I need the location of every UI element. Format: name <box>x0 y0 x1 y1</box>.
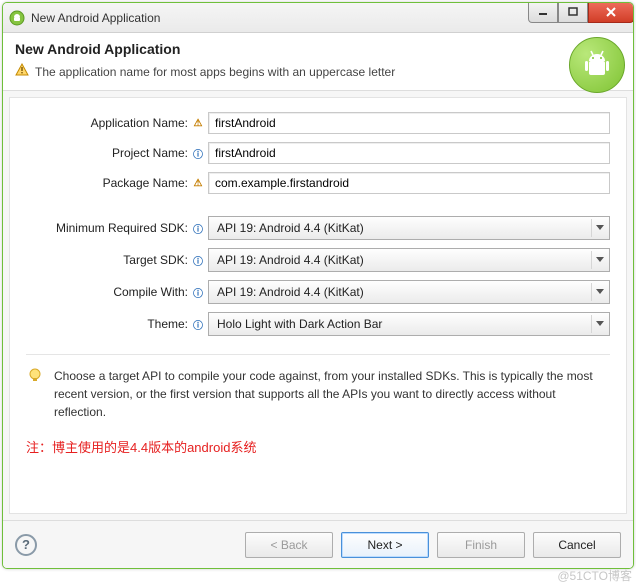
min-sdk-label: Minimum Required SDK: <box>26 221 188 235</box>
watermark-text: @51CTO博客 <box>557 567 632 584</box>
project-name-input[interactable] <box>208 142 610 164</box>
help-button[interactable]: ? <box>15 534 37 556</box>
chevron-down-icon <box>591 251 607 269</box>
dialog-footer: ? < Back Next > Finish Cancel <box>3 520 633 568</box>
warning-icon <box>15 63 29 80</box>
compile-with-select[interactable]: API 19: Android 4.4 (KitKat) <box>208 280 610 304</box>
app-name-input[interactable] <box>208 112 610 134</box>
window-title: New Android Application <box>31 11 160 25</box>
target-sdk-value: API 19: Android 4.4 (KitKat) <box>217 253 364 267</box>
android-logo-icon <box>569 37 625 93</box>
compile-with-value: API 19: Android 4.4 (KitKat) <box>217 285 364 299</box>
chevron-down-icon <box>591 219 607 237</box>
field-info-icon: ⓘ <box>192 318 204 330</box>
tip-text: Choose a target API to compile your code… <box>54 367 610 421</box>
theme-label: Theme: <box>26 317 188 331</box>
header-warning-text: The application name for most apps begin… <box>35 65 395 79</box>
dialog-header: New Android Application The application … <box>3 33 633 91</box>
finish-button[interactable]: Finish <box>437 532 525 558</box>
field-info-icon: ⓘ <box>192 222 204 234</box>
min-sdk-value: API 19: Android 4.4 (KitKat) <box>217 221 364 235</box>
app-name-label: Application Name: <box>26 116 188 130</box>
cancel-button[interactable]: Cancel <box>533 532 621 558</box>
package-name-input[interactable] <box>208 172 610 194</box>
annotation-note: 注：博主使用的是4.4版本的android系统 <box>26 437 610 456</box>
dialog-content: Application Name: ⚠ Project Name: ⓘ Pack… <box>9 97 627 514</box>
minimize-button[interactable] <box>528 3 558 23</box>
project-name-label: Project Name: <box>26 146 188 160</box>
compile-with-label: Compile With: <box>26 285 188 299</box>
lightbulb-icon <box>26 367 44 421</box>
window-controls <box>528 3 634 23</box>
package-name-label: Package Name: <box>26 176 188 190</box>
next-button[interactable]: Next > <box>341 532 429 558</box>
chevron-down-icon <box>591 283 607 301</box>
close-button[interactable] <box>588 3 634 23</box>
app-icon <box>9 10 25 26</box>
min-sdk-select[interactable]: API 19: Android 4.4 (KitKat) <box>208 216 610 240</box>
field-warn-icon: ⚠ <box>192 117 204 129</box>
maximize-button[interactable] <box>558 3 588 23</box>
target-sdk-select[interactable]: API 19: Android 4.4 (KitKat) <box>208 248 610 272</box>
field-info-icon: ⓘ <box>192 286 204 298</box>
theme-select[interactable]: Holo Light with Dark Action Bar <box>208 312 610 336</box>
page-title: New Android Application <box>15 41 621 57</box>
chevron-down-icon <box>591 315 607 333</box>
form: Application Name: ⚠ Project Name: ⓘ Pack… <box>26 112 610 336</box>
target-sdk-label: Target SDK: <box>26 253 188 267</box>
field-info-icon: ⓘ <box>192 147 204 159</box>
title-bar[interactable]: New Android Application <box>3 3 633 33</box>
dialog-window: New Android Application New Android Appl… <box>2 2 634 569</box>
tip-panel: Choose a target API to compile your code… <box>26 354 610 421</box>
field-warn-icon: ⚠ <box>192 177 204 189</box>
field-info-icon: ⓘ <box>192 254 204 266</box>
back-button[interactable]: < Back <box>245 532 333 558</box>
theme-value: Holo Light with Dark Action Bar <box>217 317 382 331</box>
